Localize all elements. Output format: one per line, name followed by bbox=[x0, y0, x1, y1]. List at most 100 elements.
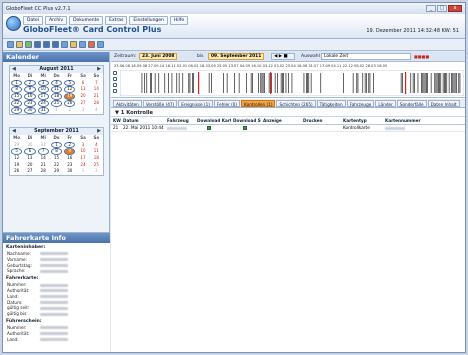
calendar-day[interactable]: 12 bbox=[64, 86, 76, 94]
calendar-day[interactable]: 22 bbox=[11, 99, 23, 107]
calendar-day[interactable]: 6 bbox=[24, 148, 36, 156]
column-header[interactable]: Drucken bbox=[301, 118, 341, 124]
calendar-day[interactable]: 14 bbox=[90, 86, 103, 93]
prev-month-icon[interactable]: ◀ bbox=[12, 128, 16, 135]
calendar-day[interactable]: 7 bbox=[90, 80, 103, 87]
calendar-day[interactable]: 2 bbox=[63, 107, 76, 114]
calendar-day[interactable]: 1 bbox=[11, 79, 23, 87]
calendar-day[interactable]: 4 bbox=[50, 79, 63, 87]
calendar-day[interactable]: 14 bbox=[37, 155, 50, 162]
calendar-day[interactable]: 4 bbox=[90, 142, 103, 149]
calendar-day[interactable]: 22 bbox=[50, 162, 63, 169]
calendar-day[interactable]: 19 bbox=[64, 93, 76, 100]
calendar-day[interactable]: 27 bbox=[76, 100, 89, 107]
calendar-day[interactable]: 7 bbox=[37, 148, 49, 156]
calendar-day[interactable]: 29 bbox=[50, 168, 63, 175]
calendar-day[interactable]: 6 bbox=[76, 80, 89, 87]
column-header[interactable]: Download Karte bbox=[195, 118, 231, 124]
calendar-day[interactable]: 19 bbox=[10, 162, 23, 169]
calendar-icon[interactable] bbox=[34, 41, 41, 48]
card-reader-icon[interactable] bbox=[61, 41, 68, 48]
calendar-day[interactable]: 10 bbox=[37, 86, 49, 94]
calendar-day[interactable]: 8 bbox=[50, 148, 63, 156]
calendar-day[interactable]: 1 bbox=[76, 168, 89, 175]
calendar-day[interactable]: 24 bbox=[76, 162, 89, 169]
calendar-day[interactable]: 18 bbox=[50, 93, 63, 100]
tab-kontrollen[interactable]: Kontrollen (1) bbox=[241, 100, 276, 107]
calendar-grid[interactable]: Mo Di Mi Do Fr Sa So 1 2 3 4 5 6 7 8 9 10 11 12 13 14 15 16 17 1… bbox=[10, 73, 103, 114]
calendar-day[interactable]: 20 bbox=[76, 93, 89, 100]
tab-fahrzeuge[interactable]: Fahrzeuge bbox=[346, 100, 375, 107]
calendar-august[interactable]: ◀ August 2011 ▶ Mo Di Mi Do Fr Sa So 1 2 3 4 5 6 7 8 9 1… bbox=[9, 65, 104, 115]
calendar-day[interactable]: 10 bbox=[76, 148, 89, 155]
calendar-day[interactable]: 1 bbox=[50, 141, 63, 149]
calendar-day[interactable]: 13 bbox=[76, 86, 89, 93]
calendar-day[interactable]: 20 bbox=[23, 162, 36, 169]
tab-fehler[interactable]: Fehler (0) bbox=[213, 100, 241, 107]
tab-tätigkeiten[interactable]: Tätigkeiten bbox=[316, 100, 346, 107]
tab-aktivitäten[interactable]: Aktivitäten bbox=[113, 100, 142, 107]
calendar-day[interactable]: 31 bbox=[37, 142, 50, 149]
export-icon[interactable] bbox=[70, 41, 77, 48]
calendar-september[interactable]: ◀ September 2011 ▶ Mo Di Mi Do Fr Sa So 29 30 31 1… bbox=[9, 127, 104, 176]
chart-icon[interactable] bbox=[52, 41, 59, 48]
tab-daten-inhalt[interactable]: Daten Inhalt bbox=[427, 100, 460, 107]
calendar-day[interactable]: 25 bbox=[90, 162, 103, 169]
calendar-day[interactable]: 29 bbox=[10, 142, 23, 149]
calendar-day[interactable]: 17 bbox=[76, 155, 89, 162]
event-marker[interactable] bbox=[198, 72, 200, 94]
flag-icons[interactable]: ■■■■ bbox=[414, 54, 429, 59]
menu-hilfe[interactable]: Hilfe bbox=[169, 16, 189, 25]
calendar-day[interactable]: 15 bbox=[11, 93, 23, 100]
calendar-day[interactable]: 24 bbox=[37, 99, 49, 107]
calendar-day[interactable]: 23 bbox=[63, 162, 76, 169]
calendar-day[interactable]: 30 bbox=[23, 142, 36, 149]
calendar-day[interactable]: 16 bbox=[63, 155, 76, 162]
calendar-day[interactable]: 2 bbox=[24, 79, 36, 87]
menu-archiv[interactable]: Archiv bbox=[45, 16, 68, 25]
timeline-bars[interactable] bbox=[120, 70, 464, 96]
calendar-day[interactable]: 28 bbox=[37, 168, 50, 175]
calendar-day[interactable]: 16 bbox=[24, 93, 36, 100]
print-icon[interactable] bbox=[79, 41, 86, 48]
range-nav-buttons[interactable]: ◀ ▶ ■ bbox=[271, 53, 295, 60]
calendar-day[interactable]: 28 bbox=[90, 100, 103, 107]
prev-month-icon[interactable]: ◀ bbox=[12, 66, 16, 73]
event-marker[interactable] bbox=[270, 72, 272, 94]
calendar-day[interactable]: 12 bbox=[10, 155, 23, 162]
settings-icon[interactable] bbox=[97, 41, 104, 48]
calendar-day[interactable]: 25 bbox=[50, 99, 63, 107]
menu-einstellungen[interactable]: Einstellungen bbox=[129, 16, 168, 25]
calendar-day[interactable]: 5 bbox=[64, 79, 76, 87]
calendar-day[interactable]: 3 bbox=[37, 79, 49, 87]
next-month-icon[interactable]: ▶ bbox=[97, 66, 101, 73]
menu-datei[interactable]: Datei bbox=[23, 16, 44, 25]
calendar-day[interactable]: 29 bbox=[11, 106, 23, 114]
calendar-day[interactable]: 21 bbox=[90, 93, 103, 100]
next-month-icon[interactable]: ▶ bbox=[97, 128, 101, 135]
column-header[interactable]: Kartentyp bbox=[341, 118, 383, 124]
column-header[interactable]: Kartennummer bbox=[383, 118, 433, 124]
calendar-day[interactable]: 13 bbox=[23, 155, 36, 162]
calendar-day[interactable]: 23 bbox=[24, 99, 36, 107]
tab-sonderfälle[interactable]: Sonderfälle bbox=[396, 100, 427, 107]
calendar-day[interactable]: 9 bbox=[64, 148, 76, 156]
range-to-date[interactable]: 09. September 2011 bbox=[208, 53, 265, 60]
calendar-day[interactable]: 30 bbox=[63, 168, 76, 175]
calendar-day[interactable]: 21 bbox=[37, 162, 50, 169]
timezone-select[interactable]: Lokale Zeit bbox=[321, 53, 411, 60]
calendar-day[interactable]: 30 bbox=[24, 106, 36, 114]
folder-icon[interactable] bbox=[16, 41, 23, 48]
download-icon[interactable] bbox=[25, 41, 32, 48]
maximize-button[interactable]: □ bbox=[437, 5, 447, 12]
column-header[interactable]: KW bbox=[111, 118, 121, 124]
column-header[interactable]: Anzeige bbox=[261, 118, 301, 124]
calendar-day[interactable]: 3 bbox=[76, 107, 89, 114]
calendar-day[interactable]: 26 bbox=[10, 168, 23, 175]
calendar-day[interactable]: 27 bbox=[23, 168, 36, 175]
calendar-day[interactable]: 3 bbox=[76, 142, 89, 149]
open-card-icon[interactable] bbox=[7, 41, 14, 48]
calendar-day[interactable]: 9 bbox=[24, 86, 36, 94]
calendar-day[interactable]: 5 bbox=[11, 148, 23, 156]
tab-verstöße[interactable]: Verstöße (47) bbox=[142, 100, 178, 107]
